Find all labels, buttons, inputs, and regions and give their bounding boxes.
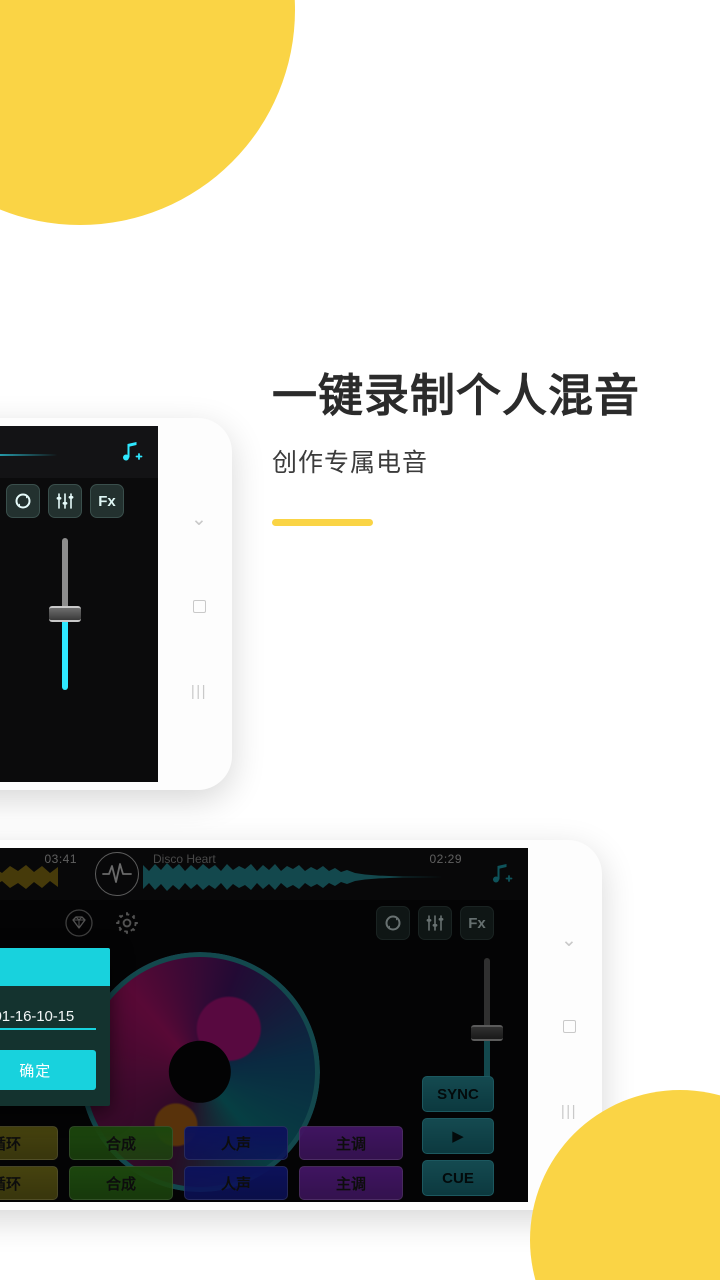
dialog-actions: 取消 确定 (0, 1050, 96, 1090)
accent-underline (272, 519, 373, 527)
page-subtitle: 创作专属电音 (272, 449, 429, 478)
nav-back-icon[interactable]: ⌄ (191, 510, 207, 529)
pitch-fader-right[interactable] (48, 538, 82, 690)
dialog-title: 文件名 (0, 948, 110, 986)
fx-button[interactable]: Fx (90, 484, 124, 518)
page-title: 一键录制个人混音 (272, 370, 641, 421)
filename-value: DJ Mixer Studio_2019-01-16-10-15 (0, 1008, 75, 1025)
nav-recent-icon[interactable]: ||| (561, 1104, 577, 1119)
nav-recent-icon[interactable]: ||| (191, 684, 207, 699)
nav-home-icon[interactable] (192, 599, 206, 613)
filename-dialog: 文件名 DJ Mixer Studio_2019-01-16-10-15 取消 … (0, 948, 110, 1106)
equalizer-icon[interactable] (48, 484, 82, 518)
loop-icon[interactable] (6, 484, 40, 518)
dj-top-bar: 02:29 (0, 426, 158, 478)
dj-app-bottom: 03:41 Disco Heart (0, 848, 528, 1202)
music-note-plus-icon (123, 442, 143, 461)
filename-input[interactable]: DJ Mixer Studio_2019-01-16-10-15 (0, 1008, 96, 1030)
dj-tool-row-top: Fx (0, 482, 158, 524)
promo-text-block: 一键录制个人混音 创作专属电音 (272, 370, 720, 527)
phone-bottom-screen: 03:41 Disco Heart (0, 848, 528, 1202)
dj-app-top: 02:29 (0, 426, 158, 782)
phone-mockup-bottom: 03:41 Disco Heart (0, 840, 602, 1210)
fader-knob[interactable] (49, 606, 81, 622)
phone-top-screen: 02:29 (0, 426, 158, 782)
waveform-cyan (0, 454, 58, 456)
phone-mockup-top: 02:29 (0, 418, 232, 790)
promo-screenshot: 02:29 (0, 0, 720, 1280)
loop-circle-icon (15, 493, 31, 509)
decorative-yellow-circle-top (0, 0, 295, 225)
waveform-track-right[interactable]: 02:29 (0, 426, 106, 478)
dialog-body: DJ Mixer Studio_2019-01-16-10-15 取消 确定 (0, 986, 110, 1106)
confirm-button[interactable]: 确定 (0, 1050, 96, 1090)
nav-back-icon[interactable]: ⌄ (561, 931, 577, 950)
android-nav-bar-top: ⌄ ||| (166, 418, 232, 790)
add-track-note-icon[interactable] (106, 439, 158, 465)
eq-sliders-icon (56, 493, 74, 509)
nav-home-icon[interactable] (562, 1020, 576, 1034)
